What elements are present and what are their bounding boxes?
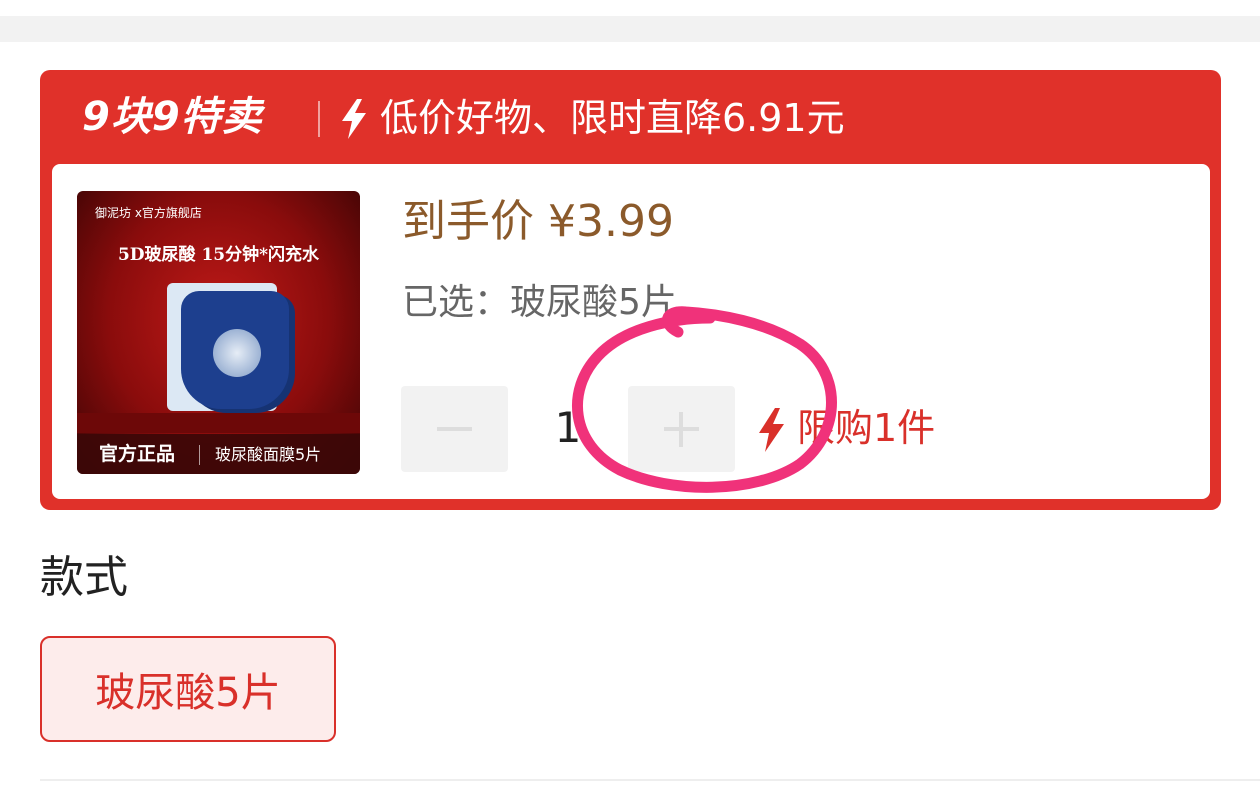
product-image-floor (77, 413, 360, 433)
promo-tagline: 低价好物、限时直降6.91元 (380, 96, 845, 140)
product-image-footer-divider (199, 445, 200, 465)
purchase-limit-text: 限购1件 (797, 406, 936, 450)
selected-variant-text: 已选：玻尿酸5片 (402, 282, 677, 323)
product-pack-emblem (213, 329, 261, 377)
product-card: 御泥坊 x官方旗舰店 5D玻尿酸 15分钟*闪充水 官方正品 玻尿酸面膜5片 到… (52, 164, 1210, 499)
promo-divider (318, 101, 320, 137)
style-option-label: 玻尿酸5片 (95, 670, 281, 716)
style-section-title: 款式 (40, 552, 128, 603)
product-image-brand: 御泥坊 x官方旗舰店 (95, 206, 202, 220)
product-image-footer-right: 玻尿酸面膜5片 (215, 445, 322, 464)
quantity-value[interactable]: 1 (522, 400, 614, 456)
promo-badge: 9块9特卖 (82, 94, 263, 140)
minus-icon (437, 427, 472, 431)
price-line: 到手价 ¥3.99 (402, 192, 674, 252)
lightning-bolt-icon (759, 408, 784, 452)
section-divider (40, 779, 1260, 781)
product-image-headline: 5D玻尿酸 15分钟*闪充水 (117, 245, 320, 265)
style-option-chip[interactable]: 玻尿酸5片 (40, 636, 336, 742)
quantity-decrease-button[interactable] (401, 386, 508, 472)
lightning-bolt-icon (342, 99, 366, 139)
price-value: ¥3.99 (548, 196, 674, 247)
product-image[interactable]: 御泥坊 x官方旗舰店 5D玻尿酸 15分钟*闪充水 官方正品 玻尿酸面膜5片 (77, 191, 360, 474)
product-image-footer: 官方正品 玻尿酸面膜5片 (77, 434, 360, 474)
top-divider-strip (0, 0, 1260, 42)
quantity-increase-button[interactable] (628, 386, 735, 472)
promo-card: 9块9特卖 低价好物、限时直降6.91元 御泥坊 x官方旗舰店 5D玻尿酸 15… (40, 70, 1221, 510)
promo-header: 9块9特卖 低价好物、限时直降6.91元 (40, 70, 1221, 164)
product-image-footer-left: 官方正品 (99, 443, 176, 465)
price-label: 到手价 (402, 196, 534, 247)
